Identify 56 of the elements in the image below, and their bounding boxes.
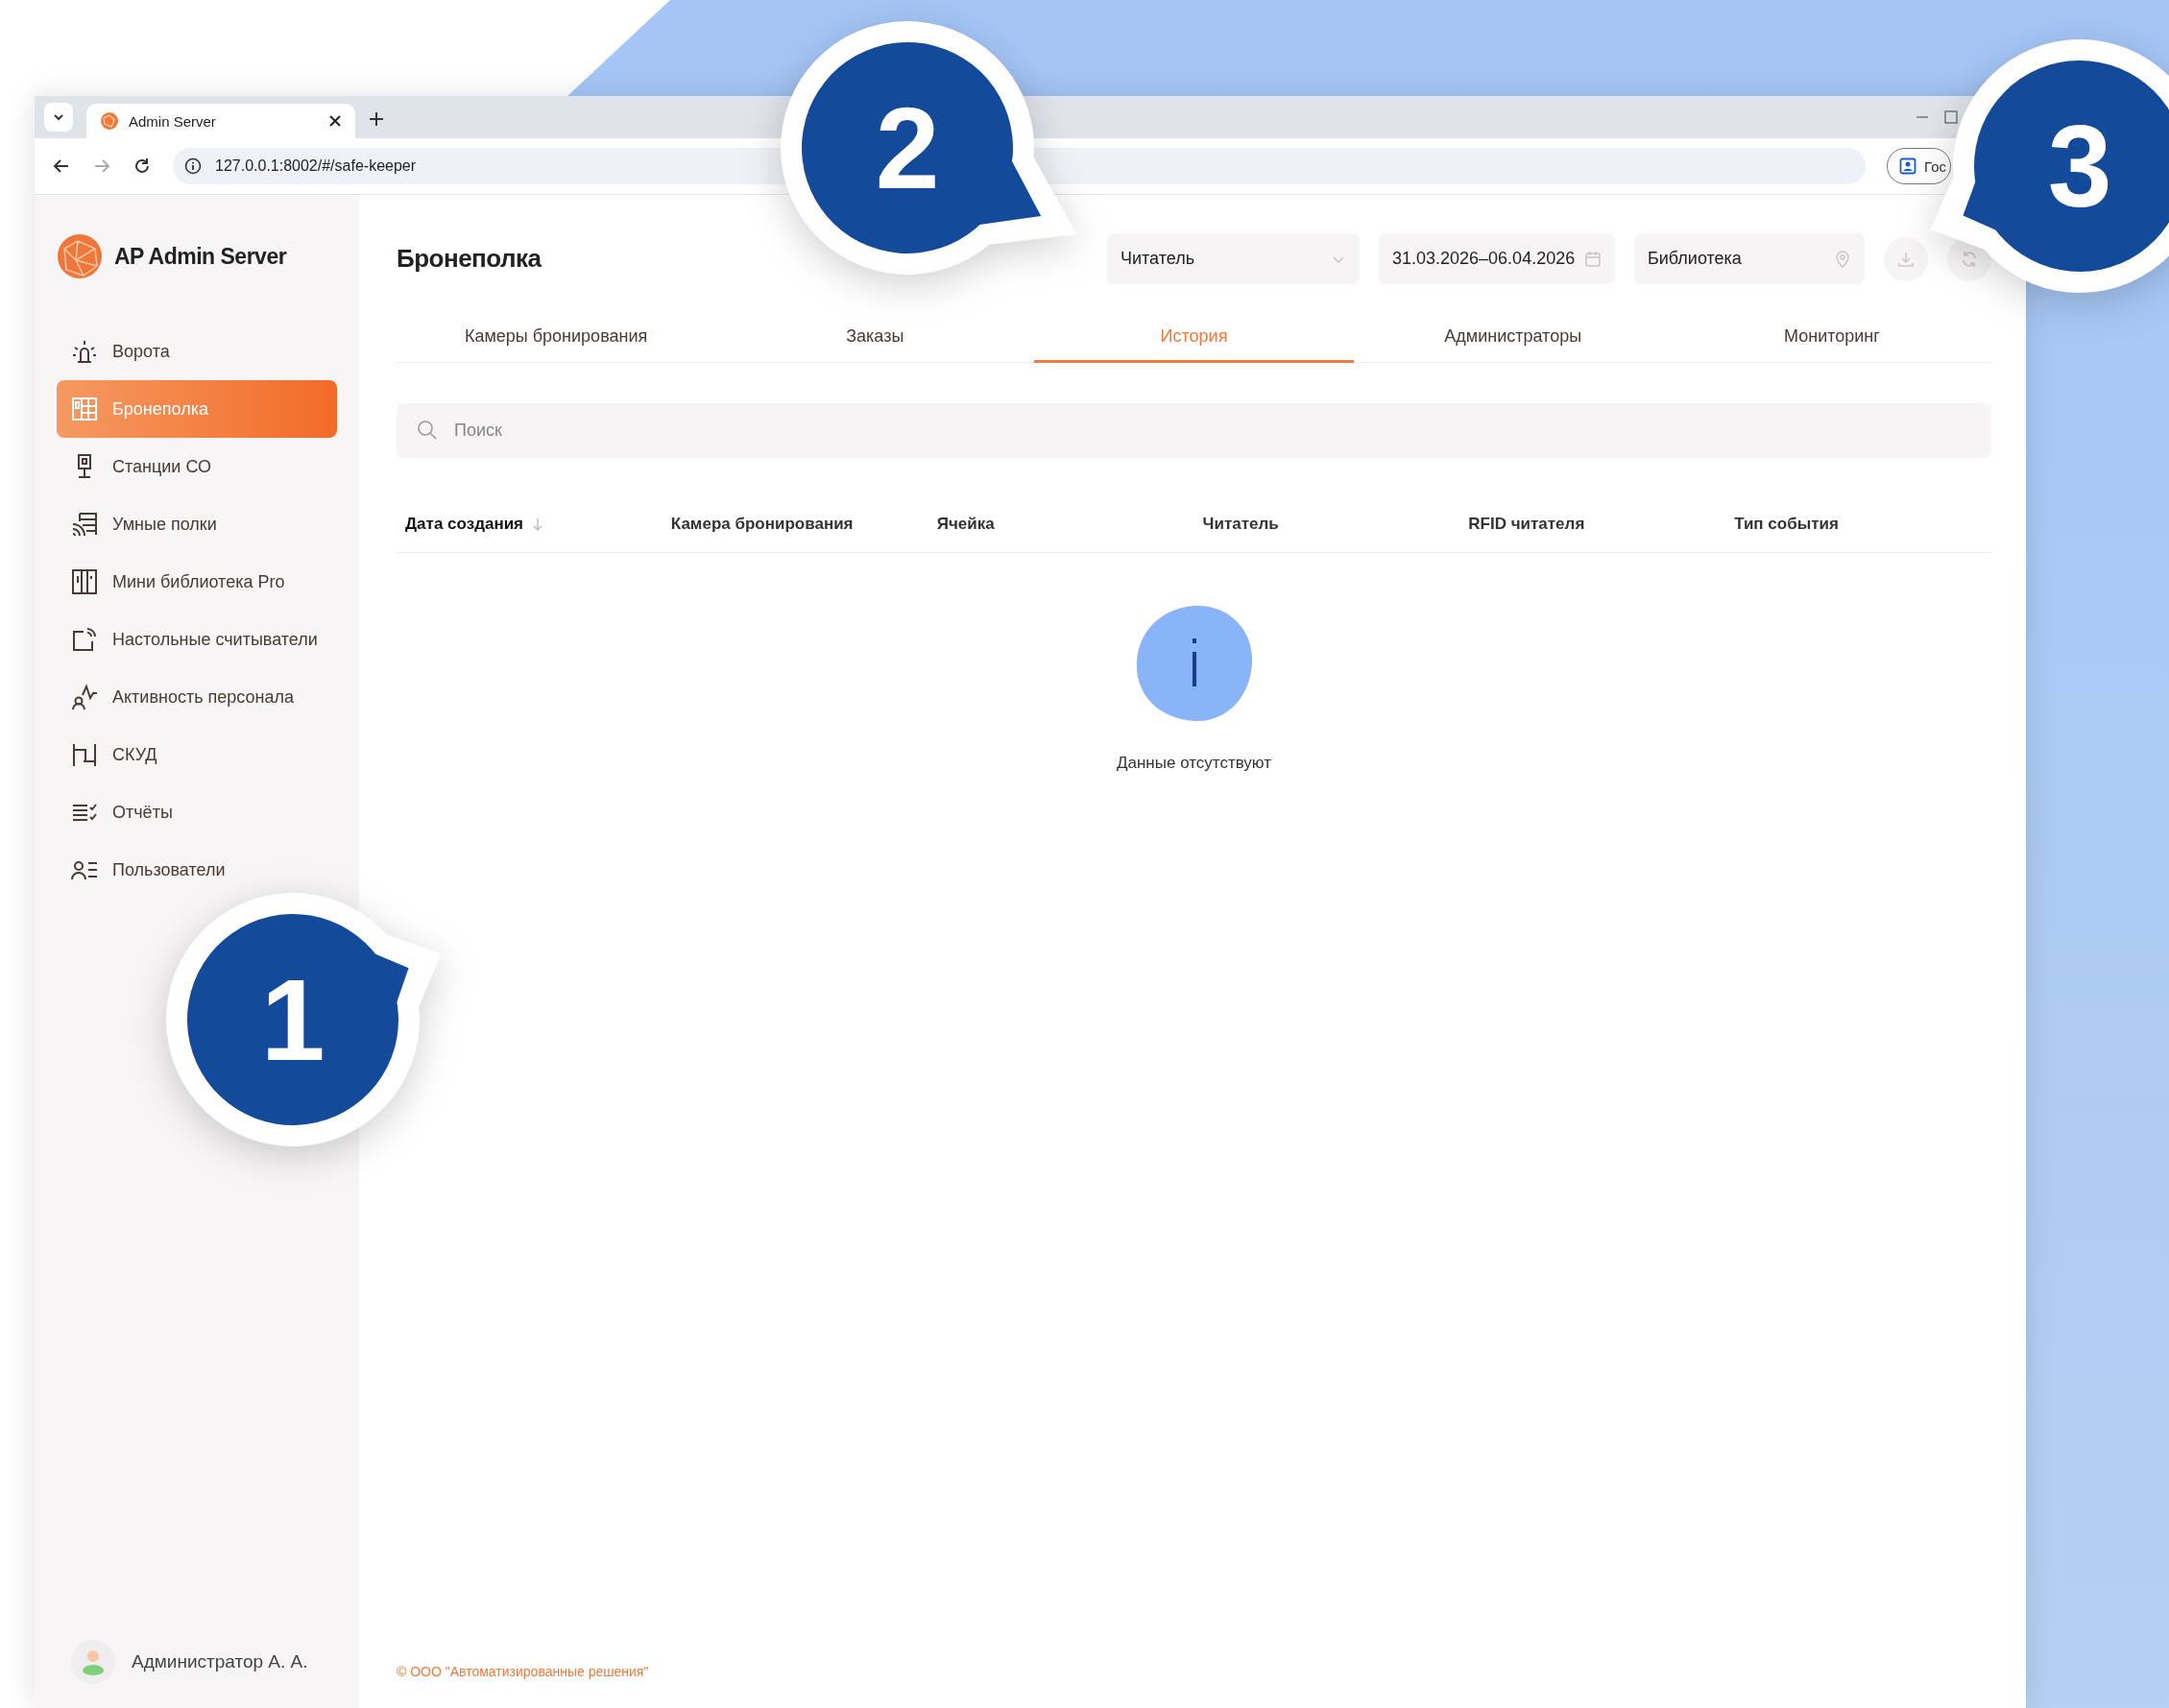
- app-name: AP Admin Server: [114, 243, 287, 270]
- url-text: 127.0.0.1:8002/#/safe-keeper: [215, 157, 417, 175]
- sidebar-item[interactable]: Активность персонала: [57, 668, 337, 726]
- column-header[interactable]: Дата создания: [405, 515, 524, 534]
- search-field[interactable]: Поиск: [397, 403, 1991, 458]
- column-header[interactable]: Камера бронирования: [670, 515, 854, 534]
- callout-number: 1: [260, 962, 325, 1077]
- reload-icon[interactable]: [133, 156, 152, 176]
- copyright-text: © ООО "Автоматизированные решения": [397, 1664, 650, 1679]
- reader-select[interactable]: Читатель: [1107, 233, 1360, 284]
- user-name: Администратор А. А.: [132, 1651, 308, 1672]
- sidebar-item[interactable]: Ворота: [57, 323, 337, 380]
- person-pulse-icon: [70, 683, 99, 711]
- column-header[interactable]: Читатель: [1202, 515, 1279, 534]
- sidebar-item[interactable]: СКУД: [57, 726, 337, 783]
- tab-list-button[interactable]: [44, 103, 73, 132]
- browser-tab[interactable]: Admin Server: [86, 104, 355, 138]
- sidebar-item[interactable]: Мини библиотека Pro: [57, 553, 337, 611]
- tab[interactable]: Мониторинг: [1672, 313, 1991, 363]
- empty-message: Данные отсутствуют: [1117, 754, 1271, 773]
- shelf-icon: [70, 510, 99, 539]
- sidebar-item[interactable]: Станции СО: [57, 438, 337, 495]
- tab[interactable]: Камеры бронирования: [397, 313, 716, 363]
- cabinet-icon: [70, 567, 99, 596]
- callout-number: 3: [2047, 108, 2112, 224]
- profile-button[interactable]: Гос: [1887, 148, 1951, 184]
- location-pin-icon: [1834, 250, 1851, 268]
- sort-arrow-icon[interactable]: [531, 517, 545, 532]
- refresh-icon: [1960, 249, 1979, 269]
- person-icon: [1899, 157, 1917, 175]
- tab[interactable]: Заказы: [715, 313, 1035, 363]
- globe-logo-icon: [57, 233, 103, 279]
- tab[interactable]: Администраторы: [1353, 313, 1673, 363]
- location-field[interactable]: Библиотека: [1634, 233, 1865, 284]
- column-header[interactable]: RFID читателя: [1468, 515, 1585, 534]
- globe-icon: [100, 111, 119, 131]
- avatar-icon[interactable]: [70, 1639, 116, 1685]
- close-icon[interactable]: [328, 114, 342, 128]
- download-button[interactable]: [1884, 236, 1928, 281]
- callout-number: 2: [875, 90, 940, 205]
- page-title: Бронеполка: [397, 244, 542, 274]
- date-range-field[interactable]: 31.03.2026–06.04.2026: [1379, 233, 1615, 284]
- sidebar-item[interactable]: Настольные считыватели: [57, 611, 337, 668]
- search-icon: [416, 419, 439, 442]
- column-header[interactable]: Тип события: [1734, 515, 1839, 534]
- sidebar-item[interactable]: Пользователи: [57, 841, 337, 899]
- grid-icon: [70, 395, 99, 423]
- plus-icon[interactable]: [369, 111, 384, 127]
- calendar-icon: [1584, 250, 1602, 268]
- info-icon: [184, 157, 202, 175]
- column-header[interactable]: Ячейка: [936, 515, 995, 534]
- tab-title: Admin Server: [129, 112, 217, 130]
- reader-icon: [70, 625, 99, 654]
- sidebar-item[interactable]: Умные полки: [57, 495, 337, 553]
- maximize-icon[interactable]: [1943, 109, 1959, 125]
- sidebar-item[interactable]: Отчёты: [57, 783, 337, 841]
